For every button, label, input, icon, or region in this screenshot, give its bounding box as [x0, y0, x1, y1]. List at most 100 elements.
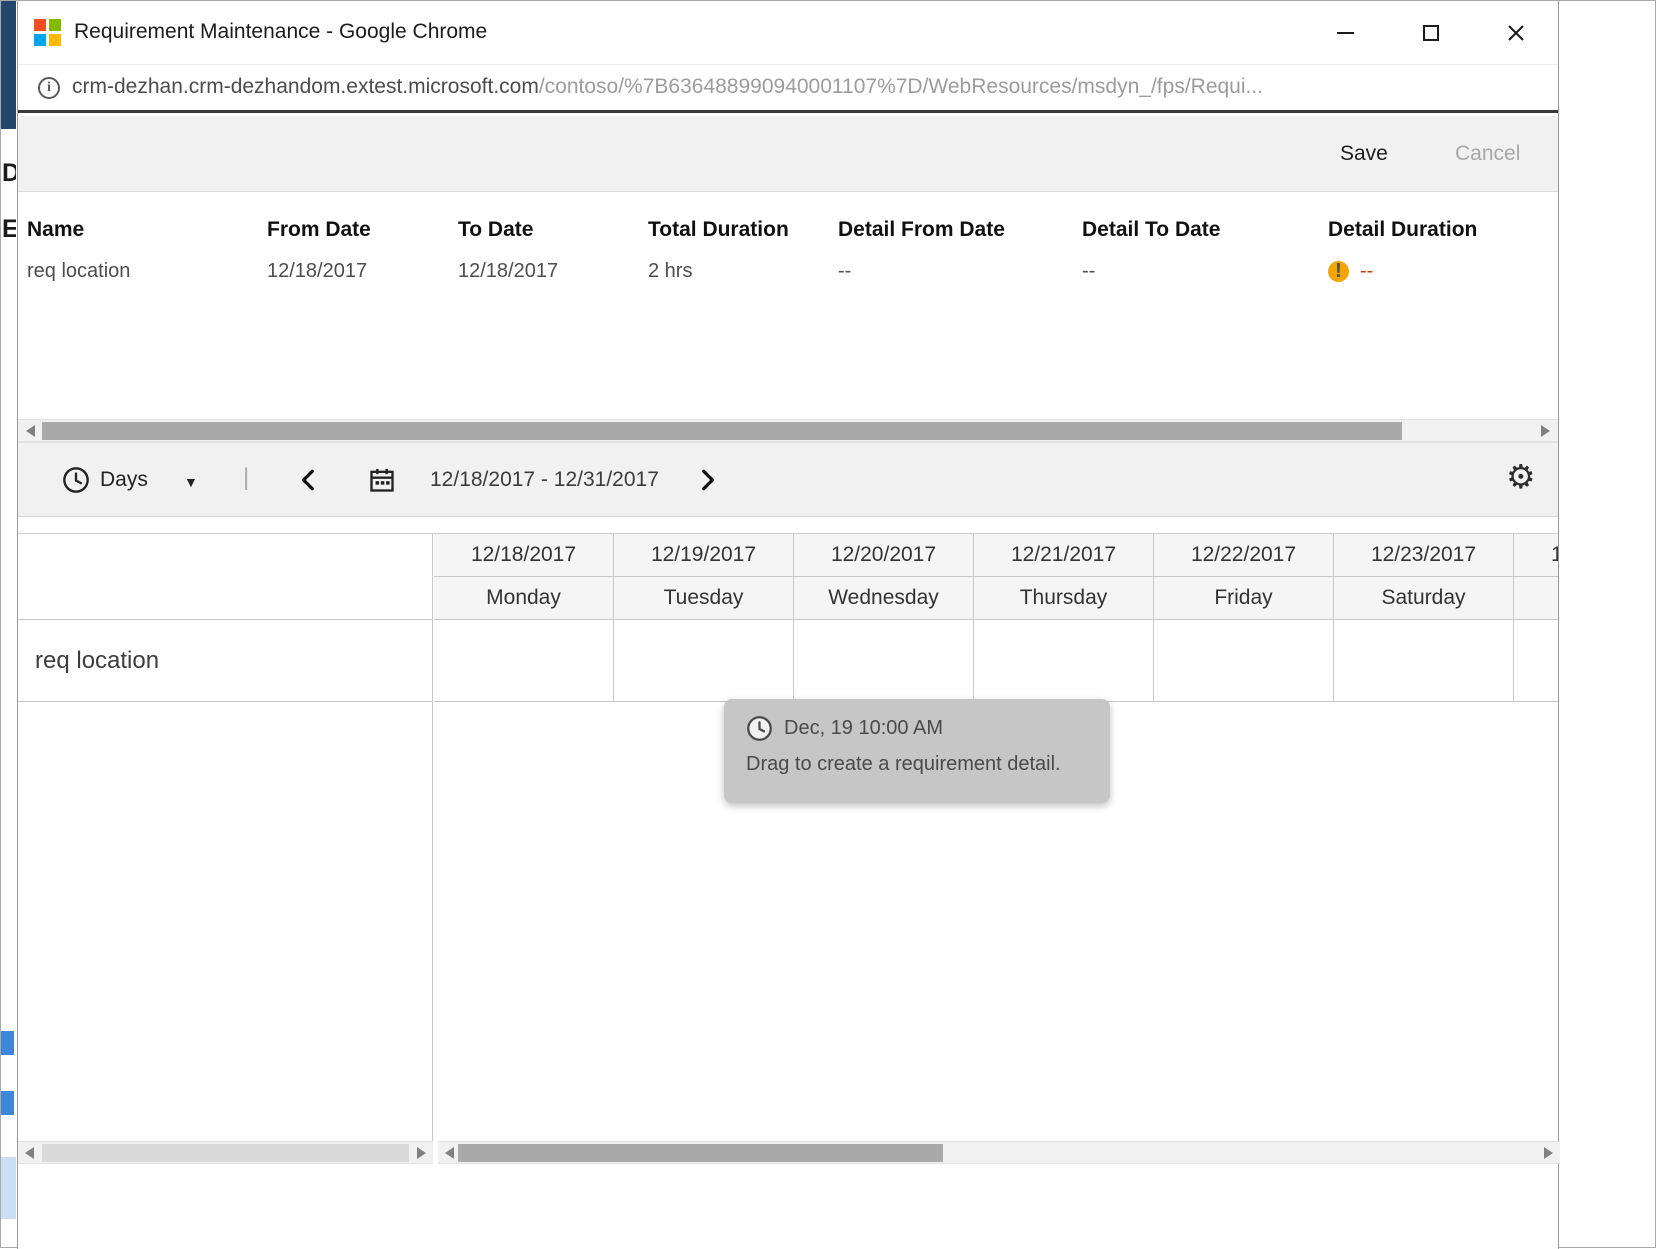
- window-controls: [1303, 1, 1558, 65]
- clock-icon: [62, 466, 90, 494]
- grid-header-to-date: To Date: [458, 218, 648, 242]
- clock-icon: [746, 715, 773, 742]
- requirement-grid: Name From Date To Date Total Duration De…: [18, 192, 1558, 419]
- maximize-button[interactable]: [1388, 1, 1473, 65]
- scrollbar-thumb[interactable]: [42, 422, 1402, 440]
- close-icon: [1507, 24, 1525, 42]
- resource-row-label[interactable]: req location: [18, 620, 432, 702]
- background-window-fragment: [1, 1031, 14, 1055]
- url-path: /contoso/%7B636488990940001107%7D/WebRes…: [539, 75, 1263, 98]
- day-header: Monday: [434, 577, 614, 620]
- minimize-icon: [1337, 32, 1354, 34]
- cell-detail-duration: ! --: [1328, 260, 1548, 283]
- scroll-left-arrow-icon[interactable]: [445, 1147, 454, 1159]
- chevron-left-icon[interactable]: [296, 467, 322, 493]
- view-mode-dropdown[interactable]: Days: [100, 468, 148, 492]
- day-header: Friday: [1154, 577, 1334, 620]
- background-window-fragment: [1, 1091, 14, 1115]
- tooltip-time-line: Dec, 19 10:00 AM: [746, 715, 1088, 742]
- ms-logo-blue: [34, 34, 46, 46]
- grid-header-from-date: From Date: [267, 218, 458, 242]
- ms-logo-green: [49, 19, 61, 31]
- ms-logo-red: [34, 19, 46, 31]
- drag-hint-tooltip: Dec, 19 10:00 AM Drag to create a requir…: [724, 699, 1110, 803]
- warning-icon: !: [1328, 261, 1349, 282]
- scroll-left-arrow-icon[interactable]: [26, 425, 35, 437]
- day-header: Tuesday: [614, 577, 794, 620]
- scroll-left-arrow-icon[interactable]: [25, 1147, 34, 1159]
- cancel-button[interactable]: Cancel: [1455, 142, 1520, 166]
- day-header: Wednesday: [794, 577, 974, 620]
- tooltip-hint: Drag to create a requirement detail.: [746, 753, 1088, 776]
- scroll-right-arrow-icon[interactable]: [417, 1147, 426, 1159]
- date-header: 12/20/2017: [794, 534, 974, 577]
- date-header: 12/21/2017: [974, 534, 1154, 577]
- maximize-icon: [1423, 25, 1439, 41]
- cell-from-date: 12/18/2017: [267, 260, 458, 283]
- detail-duration-value: --: [1360, 260, 1373, 283]
- cell-detail-from-date: --: [838, 260, 1082, 283]
- background-text-fragment: D: [2, 159, 16, 189]
- action-bar: Save Cancel: [18, 116, 1558, 192]
- background-window-fragment: [1, 1157, 16, 1219]
- calendar-icon[interactable]: [368, 466, 396, 494]
- board-resource-panel: req location: [18, 534, 433, 1141]
- toolbar-separator: |: [243, 464, 249, 492]
- day-header: Sunday: [1514, 577, 1558, 620]
- cell-total-duration: 2 hrs: [648, 260, 838, 283]
- url-domain: crm-dezhan.crm-dezhandom.extest.microsof…: [72, 75, 539, 98]
- schedule-cell[interactable]: [1154, 620, 1334, 702]
- date-range-label: 12/18/2017 - 12/31/2017: [430, 468, 659, 492]
- day-header: Saturday: [1334, 577, 1514, 620]
- cell-name: req location: [27, 260, 267, 283]
- grid-horizontal-scrollbar[interactable]: [18, 419, 1558, 442]
- schedule-cell[interactable]: [974, 620, 1154, 702]
- chevron-down-icon[interactable]: ▼: [184, 474, 198, 490]
- grid-header-row: Name From Date To Date Total Duration De…: [27, 218, 1558, 242]
- scroll-right-arrow-icon[interactable]: [1541, 425, 1550, 437]
- date-header-row: 12/18/2017 12/19/2017 12/20/2017 12/21/2…: [434, 534, 1558, 577]
- grid-header-detail-to-date: Detail To Date: [1082, 218, 1328, 242]
- date-header: 12/23/2017: [1334, 534, 1514, 577]
- address-bar[interactable]: i crm-dezhan.crm-dezhandom.extest.micros…: [18, 65, 1558, 113]
- table-row[interactable]: req location 12/18/2017 12/18/2017 2 hrs…: [27, 260, 1558, 283]
- schedule-cell[interactable]: [1334, 620, 1514, 702]
- grid-header-total-duration: Total Duration: [648, 218, 838, 242]
- day-header-row: Monday Tuesday Wednesday Thursday Friday…: [434, 577, 1558, 620]
- resource-schedule-row: [434, 620, 1558, 702]
- scrollbar-thumb[interactable]: [458, 1144, 943, 1162]
- ms-logo-yellow: [49, 34, 61, 46]
- scroll-right-arrow-icon[interactable]: [1544, 1147, 1553, 1159]
- url-text: crm-dezhan.crm-dezhandom.extest.microsof…: [72, 75, 1550, 99]
- schedule-cell[interactable]: [1514, 620, 1558, 702]
- date-header: 12/22/2017: [1154, 534, 1334, 577]
- grid-header-detail-duration: Detail Duration: [1328, 218, 1548, 242]
- gear-icon[interactable]: ⚙: [1506, 460, 1536, 493]
- microsoft-logo-icon: [34, 19, 62, 47]
- window-titlebar: Requirement Maintenance - Google Chrome: [18, 1, 1558, 65]
- schedule-cell[interactable]: [794, 620, 974, 702]
- tooltip-time: Dec, 19 10:00 AM: [784, 717, 943, 740]
- schedule-board: req location 12/18/2017 12/19/2017 12/20…: [18, 533, 1558, 1141]
- minimize-button[interactable]: [1303, 1, 1388, 65]
- grid-header-detail-from-date: Detail From Date: [838, 218, 1082, 242]
- day-header: Thursday: [974, 577, 1154, 620]
- info-icon[interactable]: i: [38, 77, 60, 99]
- schedule-cell[interactable]: [614, 620, 794, 702]
- schedule-cell[interactable]: [434, 620, 614, 702]
- resource-panel-scrollbar[interactable]: [18, 1141, 433, 1164]
- date-header: 12/24/2017: [1514, 534, 1558, 577]
- board-toolbar: Days ▼ | 12/18/2017 - 12/31/2017 ⚙: [18, 442, 1558, 517]
- chevron-right-icon[interactable]: [694, 467, 720, 493]
- window-title: Requirement Maintenance - Google Chrome: [74, 20, 487, 44]
- board-date-grid: 12/18/2017 12/19/2017 12/20/2017 12/21/2…: [434, 534, 1558, 1141]
- cell-detail-to-date: --: [1082, 260, 1328, 283]
- scrollbar-thumb[interactable]: [42, 1144, 409, 1162]
- date-header: 12/18/2017: [434, 534, 614, 577]
- save-button[interactable]: Save: [1340, 142, 1388, 166]
- chrome-popup-window: Requirement Maintenance - Google Chrome …: [17, 1, 1559, 1249]
- board-horizontal-scrollbar[interactable]: [438, 1141, 1560, 1164]
- grid-header-name: Name: [27, 218, 267, 242]
- close-button[interactable]: [1473, 1, 1558, 65]
- cell-to-date: 12/18/2017: [458, 260, 648, 283]
